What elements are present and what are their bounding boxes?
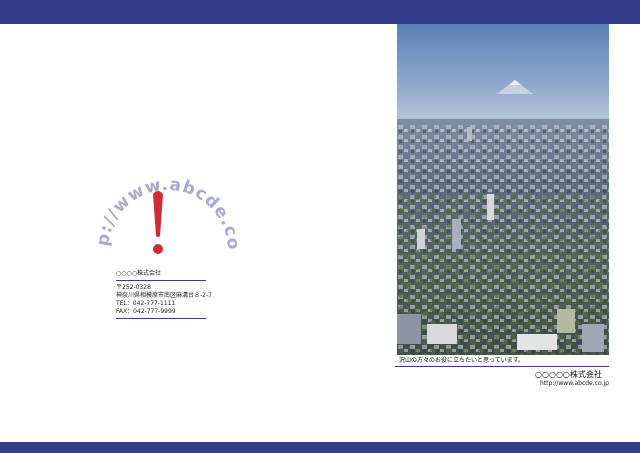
caption-divider xyxy=(395,366,609,367)
city-photo xyxy=(397,24,609,356)
logo-arc-text: http://www.abcde.co.jp xyxy=(81,135,243,251)
logo: http://www.abcde.co.jp xyxy=(81,135,248,270)
info-address: 神奈川県相模原市南区麻溝台８-2-7 xyxy=(116,292,212,299)
info-fax: FAX：042-777-9999 xyxy=(116,308,176,315)
contact-info: ○○○○株式会社 〒252-0328 神奈川県相模原市南区麻溝台８-2-7 TE… xyxy=(116,270,212,322)
photo-caption: 沢山の方々のお役に立ちたいと思っています。 xyxy=(397,355,611,366)
divider xyxy=(116,280,206,281)
bottom-band xyxy=(0,442,640,453)
info-postal: 〒252-0328 xyxy=(116,284,151,291)
info-company: ○○○○株式会社 xyxy=(116,270,161,277)
top-band xyxy=(0,0,640,24)
exclamation-dot xyxy=(153,244,163,254)
exclamation-icon xyxy=(153,191,163,237)
divider xyxy=(116,318,206,319)
footer-company: ○○○○○株式会社 xyxy=(535,370,602,379)
footer-url[interactable]: http://www.abcde.co.jp xyxy=(540,380,609,387)
info-tel: TEL：042-777-1111 xyxy=(116,300,176,307)
